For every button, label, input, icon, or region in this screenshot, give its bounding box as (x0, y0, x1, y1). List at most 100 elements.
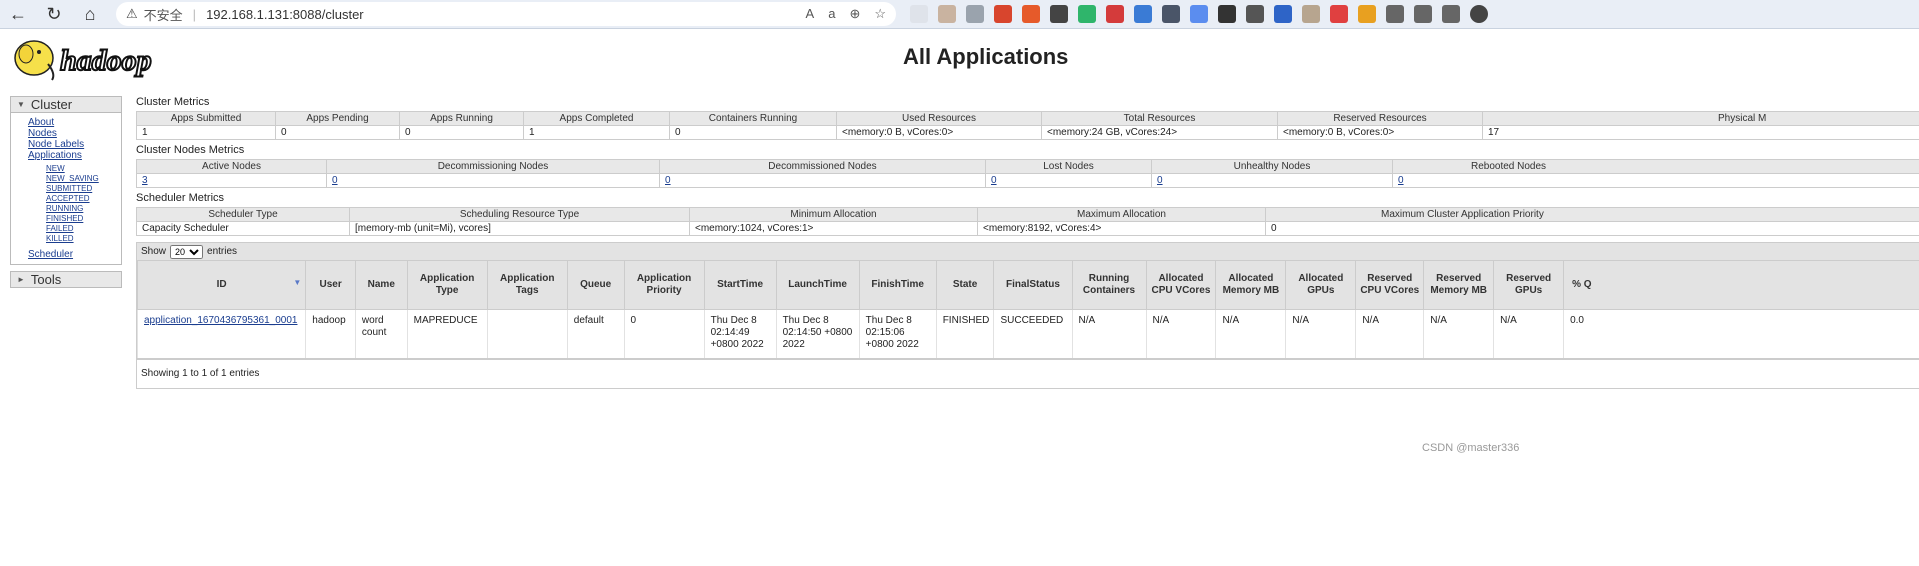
extension-icon[interactable] (1190, 5, 1208, 23)
extension-icon[interactable] (1218, 5, 1236, 23)
column-header-launch-time[interactable]: LaunchTime (775, 260, 860, 310)
nav-link-failed[interactable]: FAILED (46, 224, 121, 234)
sidebar: ▼ Cluster About Nodes Node Labels Applic… (10, 96, 122, 288)
nav-link-submitted[interactable]: SUBMITTED (46, 184, 121, 194)
home-icon[interactable]: ⌂ (72, 0, 108, 28)
cluster-metrics-header-row: Apps Submitted Apps Pending Apps Running… (136, 111, 1919, 126)
extensions-icon[interactable] (1386, 5, 1404, 23)
metric-value: 0 (669, 125, 837, 140)
metric-value: 0 (275, 125, 400, 140)
profile-avatar[interactable] (1470, 5, 1488, 23)
favorite-icon[interactable]: ☆ (874, 6, 886, 22)
app-type: MAPREDUCE (406, 309, 488, 359)
nav-link-running[interactable]: RUNNING (46, 204, 121, 214)
column-header-id[interactable]: ID ▼ (136, 260, 307, 310)
nav-link-scheduler[interactable]: Scheduler (28, 249, 121, 260)
nav-link-new[interactable]: NEW (46, 164, 121, 174)
rebooted-nodes-link[interactable]: 0 (1398, 175, 1404, 186)
extension-icon[interactable] (1078, 5, 1096, 23)
watermark: CSDN @master336 (1422, 442, 1520, 454)
metric-value: <memory:1024, vCores:1> (689, 221, 978, 236)
column-header: Apps Pending (275, 111, 400, 126)
warning-icon: ⚠ (126, 6, 138, 21)
insecure-label: 不安全 (143, 7, 183, 23)
column-header-reserved-memory[interactable]: Reserved Memory MB (1423, 260, 1495, 310)
column-header-application-priority[interactable]: Application Priority (623, 260, 705, 310)
nav-link-node-labels[interactable]: Node Labels (28, 139, 121, 150)
translate-icon[interactable]: a (828, 6, 835, 22)
column-header-running-containers[interactable]: Running Containers (1071, 260, 1147, 310)
nav-link-killed[interactable]: KILLED (46, 234, 121, 244)
column-header: Maximum Allocation (977, 207, 1266, 222)
cluster-section-header[interactable]: ▼ Cluster (10, 96, 122, 113)
favorites-icon[interactable] (1414, 5, 1432, 23)
nav-link-accepted[interactable]: ACCEPTED (46, 194, 121, 204)
column-header-name[interactable]: Name (354, 260, 408, 310)
decommissioning-nodes-link[interactable]: 0 (332, 175, 338, 186)
extension-icon[interactable] (1106, 5, 1124, 23)
column-header-queue[interactable]: Queue (566, 260, 625, 310)
collections-icon[interactable] (1442, 5, 1460, 23)
column-header: Containers Running (669, 111, 837, 126)
column-header-queue-percent[interactable]: % Q (1563, 260, 1919, 310)
extension-icon[interactable] (1134, 5, 1152, 23)
reload-icon[interactable]: ↻ (36, 0, 72, 28)
column-header-reserved-cpu[interactable]: Reserved CPU VCores (1355, 260, 1425, 310)
column-header-application-type[interactable]: Application Type (406, 260, 488, 310)
nav-link-new-saving[interactable]: NEW_SAVING (46, 174, 121, 184)
applications-header-row: ID ▼ User Name Application Type Applicati… (136, 260, 1919, 310)
nav-link-about[interactable]: About (28, 117, 121, 128)
column-header-allocated-memory[interactable]: Allocated Memory MB (1215, 260, 1287, 310)
extension-icon[interactable] (1246, 5, 1264, 23)
application-id-link[interactable]: application_1670436795361_0001 (144, 315, 297, 326)
extension-icon[interactable] (1358, 5, 1376, 23)
url-text[interactable]: 192.168.1.131:8088/cluster (206, 7, 364, 22)
metric-value: 1 (136, 125, 276, 140)
hadoop-logo[interactable]: hadoop (12, 34, 207, 82)
column-header-allocated-cpu[interactable]: Allocated CPU VCores (1145, 260, 1217, 310)
scheduler-metrics-table: Scheduler Type Scheduling Resource Type … (136, 207, 1919, 236)
column-header-allocated-gpus[interactable]: Allocated GPUs (1285, 260, 1357, 310)
app-launch-time: Thu Dec 8 02:14:50 +0800 2022 (775, 309, 860, 359)
bookmark-icon[interactable] (966, 5, 984, 23)
extension-icon[interactable] (1274, 5, 1292, 23)
scheduler-metrics-header-row: Scheduler Type Scheduling Resource Type … (136, 207, 1919, 222)
active-nodes-link[interactable]: 3 (142, 175, 148, 186)
unhealthy-nodes-link[interactable]: 0 (1157, 175, 1163, 186)
extension-icon[interactable] (1302, 5, 1320, 23)
address-bar[interactable]: ⚠ 不安全 | 192.168.1.131:8088/cluster A a ⊕… (116, 2, 896, 26)
nav-link-applications[interactable]: Applications (28, 150, 121, 161)
column-header-reserved-gpus[interactable]: Reserved GPUs (1493, 260, 1565, 310)
page-size-select[interactable]: 20 (170, 244, 204, 259)
back-icon[interactable]: ← (0, 0, 36, 28)
column-header-finish-time[interactable]: FinishTime (858, 260, 937, 310)
sort-desc-icon: ▼ (293, 278, 302, 287)
extension-icon[interactable] (1162, 5, 1180, 23)
column-header-state[interactable]: State (935, 260, 995, 310)
applications-table: ID ▼ User Name Application Type Applicati… (136, 260, 1919, 359)
extension-icon[interactable] (910, 5, 928, 23)
column-header-user[interactable]: User (305, 260, 356, 310)
main-content: Cluster Metrics Apps Submitted Apps Pend… (136, 94, 1919, 389)
extension-icon[interactable] (1022, 5, 1040, 23)
address-separator: | (192, 6, 197, 22)
read-aloud-icon[interactable]: A (806, 6, 815, 22)
cluster-nav-links: About Nodes Node Labels Applications NEW… (10, 113, 122, 265)
extension-icon[interactable] (938, 5, 956, 23)
column-header-start-time[interactable]: StartTime (703, 260, 777, 310)
extension-icon[interactable] (994, 5, 1012, 23)
column-header: Apps Completed (523, 111, 670, 126)
column-header-application-tags[interactable]: Application Tags (486, 260, 568, 310)
decommissioned-nodes-link[interactable]: 0 (665, 175, 671, 186)
nav-link-nodes[interactable]: Nodes (28, 128, 121, 139)
tools-section-header[interactable]: ► Tools (10, 271, 122, 288)
column-header: Unhealthy Nodes (1151, 159, 1393, 174)
extension-icon[interactable] (1050, 5, 1068, 23)
nav-link-finished[interactable]: FINISHED (46, 214, 121, 224)
extension-icon[interactable] (1330, 5, 1348, 23)
scheduler-metrics-title: Scheduler Metrics (136, 192, 225, 204)
lost-nodes-link[interactable]: 0 (991, 175, 997, 186)
column-header-final-status[interactable]: FinalStatus (993, 260, 1073, 310)
column-header: Scheduling Resource Type (349, 207, 690, 222)
zoom-icon[interactable]: ⊕ (849, 6, 860, 22)
